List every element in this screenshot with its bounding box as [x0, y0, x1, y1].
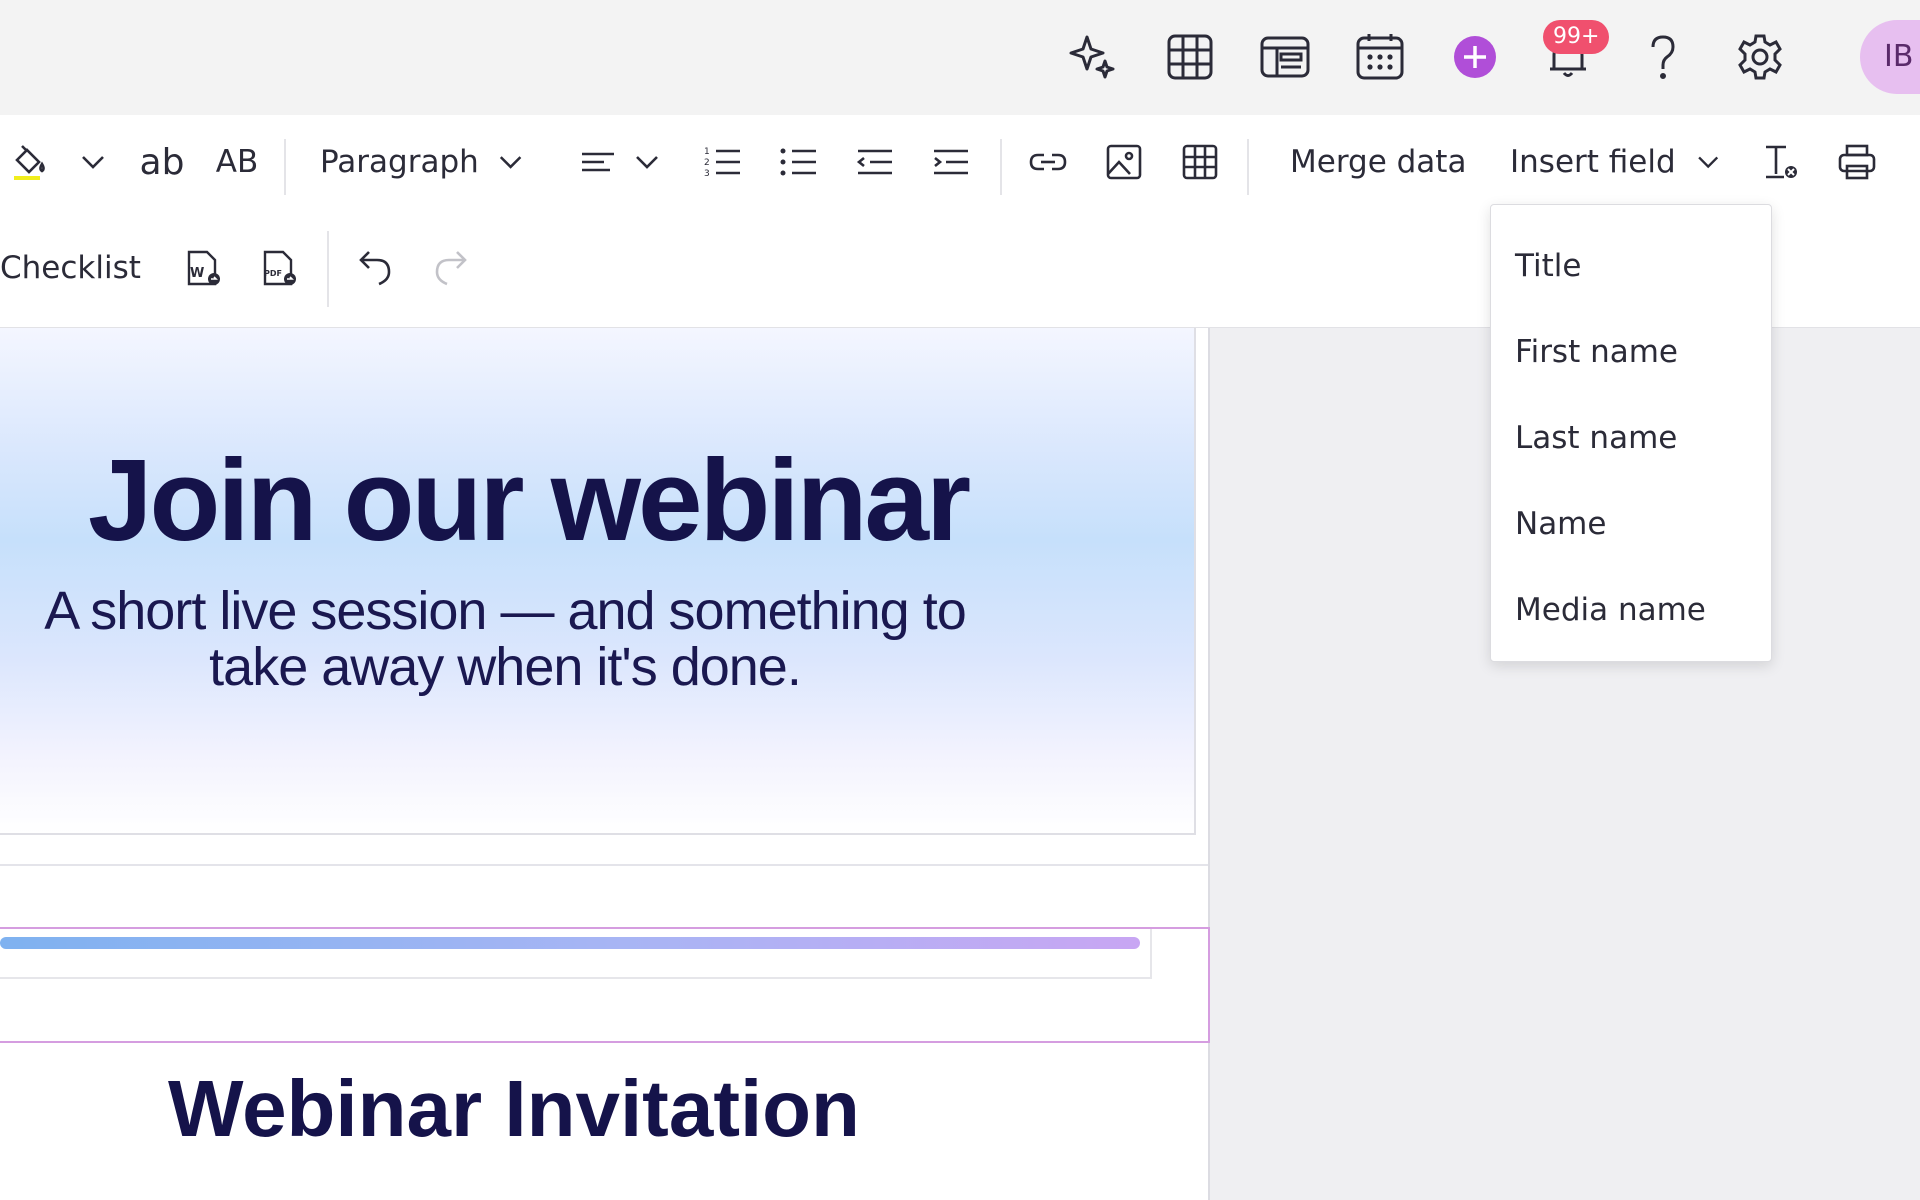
chevron-down-icon[interactable]	[626, 137, 668, 187]
toolbar-divider	[327, 231, 329, 307]
chevron-down-icon[interactable]	[72, 137, 114, 187]
dropdown-item-media-name[interactable]: Media name	[1491, 567, 1771, 653]
dropdown-item-title[interactable]: Title	[1491, 223, 1771, 309]
image-icon[interactable]	[1100, 137, 1148, 187]
gear-icon[interactable]	[1732, 29, 1788, 85]
chevron-down-icon	[1697, 156, 1718, 169]
board-icon[interactable]	[1257, 29, 1313, 85]
toolbar-divider	[1000, 139, 1002, 195]
numbered-list-icon[interactable]: 123	[698, 137, 746, 187]
svg-text:1: 1	[704, 147, 710, 157]
insert-field-dropdown: Title First name Last name Name Media na…	[1490, 204, 1772, 662]
outdent-icon[interactable]	[850, 137, 898, 187]
chevron-down-icon	[499, 156, 522, 169]
export-word-icon[interactable]: W	[180, 243, 226, 293]
insert-field-button[interactable]: Insert field	[1510, 137, 1726, 187]
help-icon[interactable]	[1635, 29, 1691, 85]
uppercase-button[interactable]: AB	[212, 137, 262, 187]
lowercase-button[interactable]: ab	[136, 137, 188, 187]
hero-subtitle-line: take away when it's done.	[209, 637, 802, 697]
print-icon[interactable]	[1832, 137, 1882, 187]
dropdown-item-name[interactable]: Name	[1491, 481, 1771, 567]
calendar-icon[interactable]	[1352, 29, 1408, 85]
notification-badge: 99+	[1543, 20, 1610, 54]
indent-icon[interactable]	[926, 137, 974, 187]
redo-icon[interactable]	[428, 243, 474, 293]
fill-color-icon[interactable]	[4, 137, 54, 187]
checklist-button[interactable]: Checklist	[0, 243, 141, 293]
sparkle-icon[interactable]	[1065, 29, 1121, 85]
svg-text:W: W	[190, 266, 204, 281]
grid-icon[interactable]	[1162, 29, 1218, 85]
divider	[0, 864, 1208, 866]
link-icon[interactable]	[1024, 137, 1072, 187]
gradient-divider	[0, 937, 1140, 949]
svg-text:3: 3	[704, 169, 710, 179]
hero-subtitle-line: A short live session — and something to	[44, 581, 967, 641]
table-icon[interactable]	[1176, 137, 1224, 187]
document-page[interactable]: Join our webinar A short live session — …	[0, 328, 1210, 1200]
toolbar-divider	[284, 139, 286, 195]
toolbar-divider	[1247, 139, 1249, 195]
export-pdf-icon[interactable]: PDF	[256, 243, 302, 293]
hero-title: Join our webinar	[88, 435, 971, 565]
plus-circle-icon[interactable]	[1447, 29, 1503, 85]
dropdown-item-first-name[interactable]: First name	[1491, 309, 1771, 395]
bullet-list-icon[interactable]	[774, 137, 822, 187]
hero-subtitle: A short live session — and something to …	[0, 583, 1010, 695]
svg-text:2: 2	[704, 158, 710, 168]
undo-icon[interactable]	[352, 243, 398, 293]
top-bar: 99+ IB	[0, 0, 1920, 115]
align-left-icon[interactable]	[576, 137, 620, 187]
clear-format-icon[interactable]	[1756, 137, 1804, 187]
hero-banner[interactable]: Join our webinar A short live session — …	[0, 328, 1196, 835]
dropdown-item-last-name[interactable]: Last name	[1491, 395, 1771, 481]
divider-block	[0, 929, 1152, 979]
svg-text:PDF: PDF	[264, 269, 282, 278]
merge-data-button[interactable]: Merge data	[1290, 137, 1466, 187]
paragraph-style-select[interactable]: Paragraph	[320, 137, 530, 187]
selected-block[interactable]	[0, 927, 1210, 1043]
document-heading: Webinar Invitation	[168, 1064, 860, 1153]
avatar[interactable]: IB	[1860, 20, 1920, 94]
